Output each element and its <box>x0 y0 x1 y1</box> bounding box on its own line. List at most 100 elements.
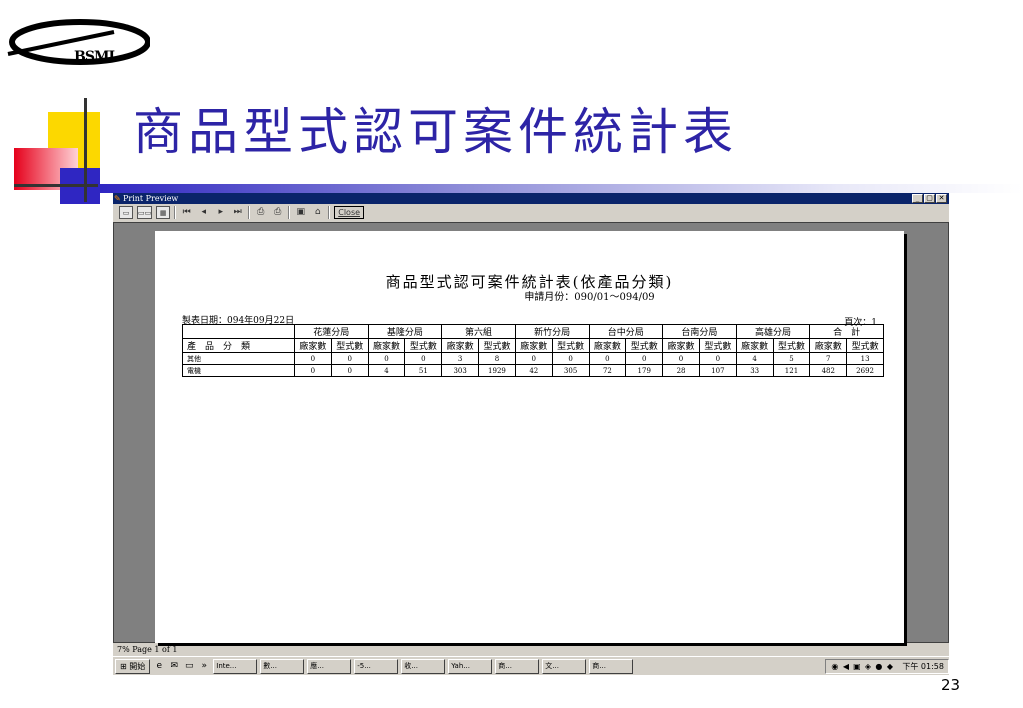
category-header: 產 品 分 類 <box>182 338 295 353</box>
toolbar-separator <box>174 206 177 219</box>
save-icon[interactable]: ▣ <box>294 206 307 219</box>
close-button[interactable]: Close <box>334 206 365 219</box>
two-page-icon[interactable]: ▭▭ <box>137 206 153 219</box>
sub-header: 廠家數 <box>588 338 627 353</box>
table-cell: 2692 <box>846 364 884 377</box>
next-page-icon[interactable]: ▸ <box>214 206 227 219</box>
taskbar-button[interactable]: -5... <box>354 658 399 674</box>
table-cell: 0 <box>698 352 737 365</box>
last-page-icon[interactable]: ⏭ <box>231 206 244 219</box>
table-cell: 0 <box>367 352 406 365</box>
taskbar-button[interactable]: 應... <box>307 658 352 674</box>
prev-page-icon[interactable]: ◂ <box>197 206 210 219</box>
taskbar-button[interactable]: 商... <box>495 658 540 674</box>
one-page-icon[interactable]: ▭ <box>119 206 133 219</box>
table-cell: 72 <box>588 364 627 377</box>
close-window-button[interactable]: ✕ <box>936 194 947 203</box>
table-cell: 0 <box>625 352 664 365</box>
tray-app-icon[interactable]: ▣ <box>852 662 861 671</box>
print-preview-window: ✎ Print Preview _ ▢ ✕ ▭ ▭▭ ▦ ⏮ ◂ ▸ ⏭ ⎙ ⎙… <box>113 193 949 675</box>
table-cell: 0 <box>514 352 553 365</box>
status-bar: 7% Page 1 of 1 <box>117 645 178 654</box>
tray-app-icon[interactable]: ◈ <box>863 662 872 671</box>
table-cell: 179 <box>625 364 664 377</box>
window-controls: _ ▢ ✕ <box>912 194 947 203</box>
print-setup-icon[interactable]: ⎙ <box>254 206 267 219</box>
taskbar-button[interactable]: Inte... <box>213 658 258 674</box>
bsmi-logo: BSMI <box>4 14 151 74</box>
window-title: Print Preview <box>123 194 179 203</box>
multi-page-icon[interactable]: ▦ <box>156 206 171 219</box>
row-category: 電機 <box>182 364 295 377</box>
table-cell: 0 <box>294 352 332 365</box>
sub-header: 型式數 <box>551 338 590 353</box>
table-cell: 4 <box>367 364 406 377</box>
taskbar-button[interactable]: Yah... <box>448 658 493 674</box>
sub-header: 廠家數 <box>514 338 553 353</box>
ie-icon[interactable]: e <box>153 660 165 672</box>
table-cell: 107 <box>698 364 737 377</box>
table-cell: 4 <box>735 352 774 365</box>
table-cell: 7 <box>809 352 848 365</box>
desktop-icon[interactable]: ▭ <box>183 660 195 672</box>
sub-header: 型式數 <box>625 338 664 353</box>
tray-network-icon[interactable]: ◉ <box>830 662 839 671</box>
branch-header: 基隆分局 <box>367 324 443 339</box>
taskbar-button[interactable]: 文... <box>542 658 587 674</box>
print-icon[interactable]: ⎙ <box>271 206 284 219</box>
sub-header: 廠家數 <box>441 338 480 353</box>
table-cell: 13 <box>846 352 884 365</box>
title-underline-bar <box>98 184 1023 193</box>
branch-header: 台中分局 <box>588 324 664 339</box>
open-icon[interactable]: ⌂ <box>311 206 324 219</box>
sub-header: 廠家數 <box>294 338 332 353</box>
tray-volume-icon[interactable]: ◀ <box>841 662 850 671</box>
table-cell: 0 <box>330 352 369 365</box>
table-cell: 482 <box>809 364 848 377</box>
table-row: 電機 0 0 4 51 303 1929 42 305 72 179 28 10… <box>182 364 884 377</box>
table-cell: 0 <box>662 352 700 365</box>
first-page-icon[interactable]: ⏮ <box>180 206 193 219</box>
start-label: 開始 <box>129 661 146 671</box>
chevron-icon[interactable]: » <box>198 660 210 672</box>
table-cell: 1929 <box>478 364 516 377</box>
table-cell: 33 <box>735 364 774 377</box>
sub-header: 型式數 <box>404 338 443 353</box>
preview-area[interactable]: 商品型式認可案件統計表(依產品分類) 申請月份：090/01～094/09 製表… <box>113 222 949 643</box>
outlook-icon[interactable]: ✉ <box>168 660 180 672</box>
system-tray: ◉ ◀ ▣ ◈ ● ◆ 下午 01:58 <box>825 658 949 674</box>
sub-header: 型式數 <box>846 338 884 353</box>
taskbar-button[interactable]: 商... <box>589 658 634 674</box>
start-button[interactable]: ⊞ 開始 <box>115 658 151 674</box>
window-titlebar[interactable]: ✎ Print Preview _ ▢ ✕ <box>113 193 949 204</box>
minimize-button[interactable]: _ <box>912 194 923 203</box>
sub-header: 廠家數 <box>809 338 848 353</box>
branch-header: 花蓮分局 <box>294 324 369 339</box>
sub-header: 型式數 <box>772 338 811 353</box>
report-table: 花蓮分局 基隆分局 第六組 新竹分局 台中分局 台南分局 高雄分局 合 計 產 … <box>182 324 884 377</box>
branch-header-row: 花蓮分局 基隆分局 第六組 新竹分局 台中分局 台南分局 高雄分局 合 計 <box>182 324 884 339</box>
branch-header: 合 計 <box>809 324 884 339</box>
table-cell: 28 <box>662 364 700 377</box>
sub-header: 廠家數 <box>367 338 406 353</box>
slide-page-number: 23 <box>941 676 961 694</box>
tray-app-icon[interactable]: ● <box>874 662 883 671</box>
table-cell: 121 <box>772 364 811 377</box>
table-cell: 42 <box>514 364 553 377</box>
table-cell: 0 <box>404 352 443 365</box>
blank-header-cell <box>182 324 295 339</box>
branch-header: 新竹分局 <box>514 324 590 339</box>
tray-ime-icon[interactable]: ◆ <box>885 662 894 671</box>
table-cell: 0 <box>588 352 627 365</box>
toolbar-separator <box>248 206 251 219</box>
table-cell: 3 <box>441 352 480 365</box>
table-cell: 5 <box>772 352 811 365</box>
taskbar-button[interactable]: 收... <box>401 658 446 674</box>
maximize-button[interactable]: ▢ <box>924 194 935 203</box>
toolbar-separator <box>328 206 331 219</box>
branch-header: 台南分局 <box>662 324 737 339</box>
taskbar-button[interactable]: 數... <box>260 658 305 674</box>
table-cell: 0 <box>294 364 332 377</box>
sub-header: 型式數 <box>330 338 369 353</box>
table-cell: 51 <box>404 364 443 377</box>
